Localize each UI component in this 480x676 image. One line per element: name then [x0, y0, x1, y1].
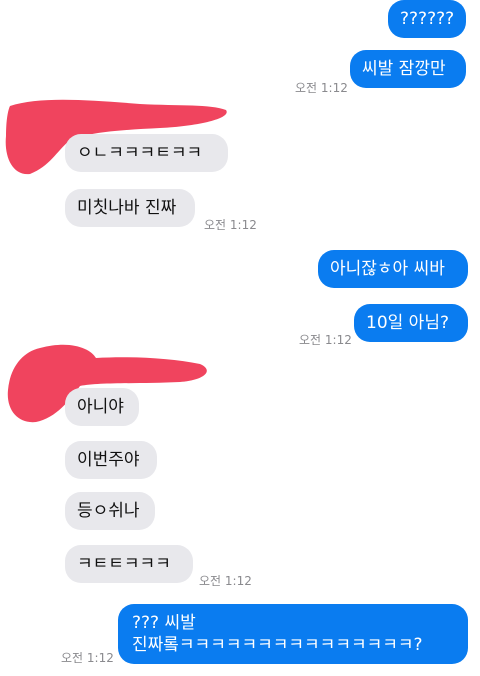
message-timestamp: 오전 1:12	[299, 333, 352, 347]
outgoing-message[interactable]: ??? 씨발 진짜롴ㅋㅋㅋㅋㅋㅋㅋㅋㅋㅋㅋㅋㅋㅋㅋ?	[118, 604, 468, 664]
message-timestamp: 오전 1:12	[61, 651, 114, 665]
message-timestamp: 오전 1:12	[204, 218, 257, 232]
incoming-message[interactable]: 미칫나바 진짜	[65, 189, 195, 227]
outgoing-message[interactable]: 10일 아님?	[354, 304, 468, 342]
incoming-message[interactable]: 등ㅇ쉬나	[65, 492, 155, 530]
message-line: ??? 씨발	[132, 613, 196, 633]
incoming-message[interactable]: 아니야	[65, 388, 139, 426]
outgoing-message[interactable]: 씨발 잠깡만	[350, 50, 466, 88]
message-timestamp: 오전 1:12	[295, 81, 348, 95]
incoming-message[interactable]: ㅋㅌㅌㅋㅋㅋ	[65, 545, 193, 583]
outgoing-message[interactable]: ??????	[388, 0, 466, 38]
incoming-message[interactable]: ㅇㄴㅋㅋㅋㅌㅋㅋ	[65, 134, 228, 172]
message-line: 진짜롴ㅋㅋㅋㅋㅋㅋㅋㅋㅋㅋㅋㅋㅋㅋㅋ?	[132, 635, 423, 655]
incoming-message[interactable]: 이번주야	[65, 441, 157, 479]
outgoing-message[interactable]: 아니잖ㅎ아 씨바	[318, 250, 468, 288]
message-timestamp: 오전 1:12	[199, 574, 252, 588]
